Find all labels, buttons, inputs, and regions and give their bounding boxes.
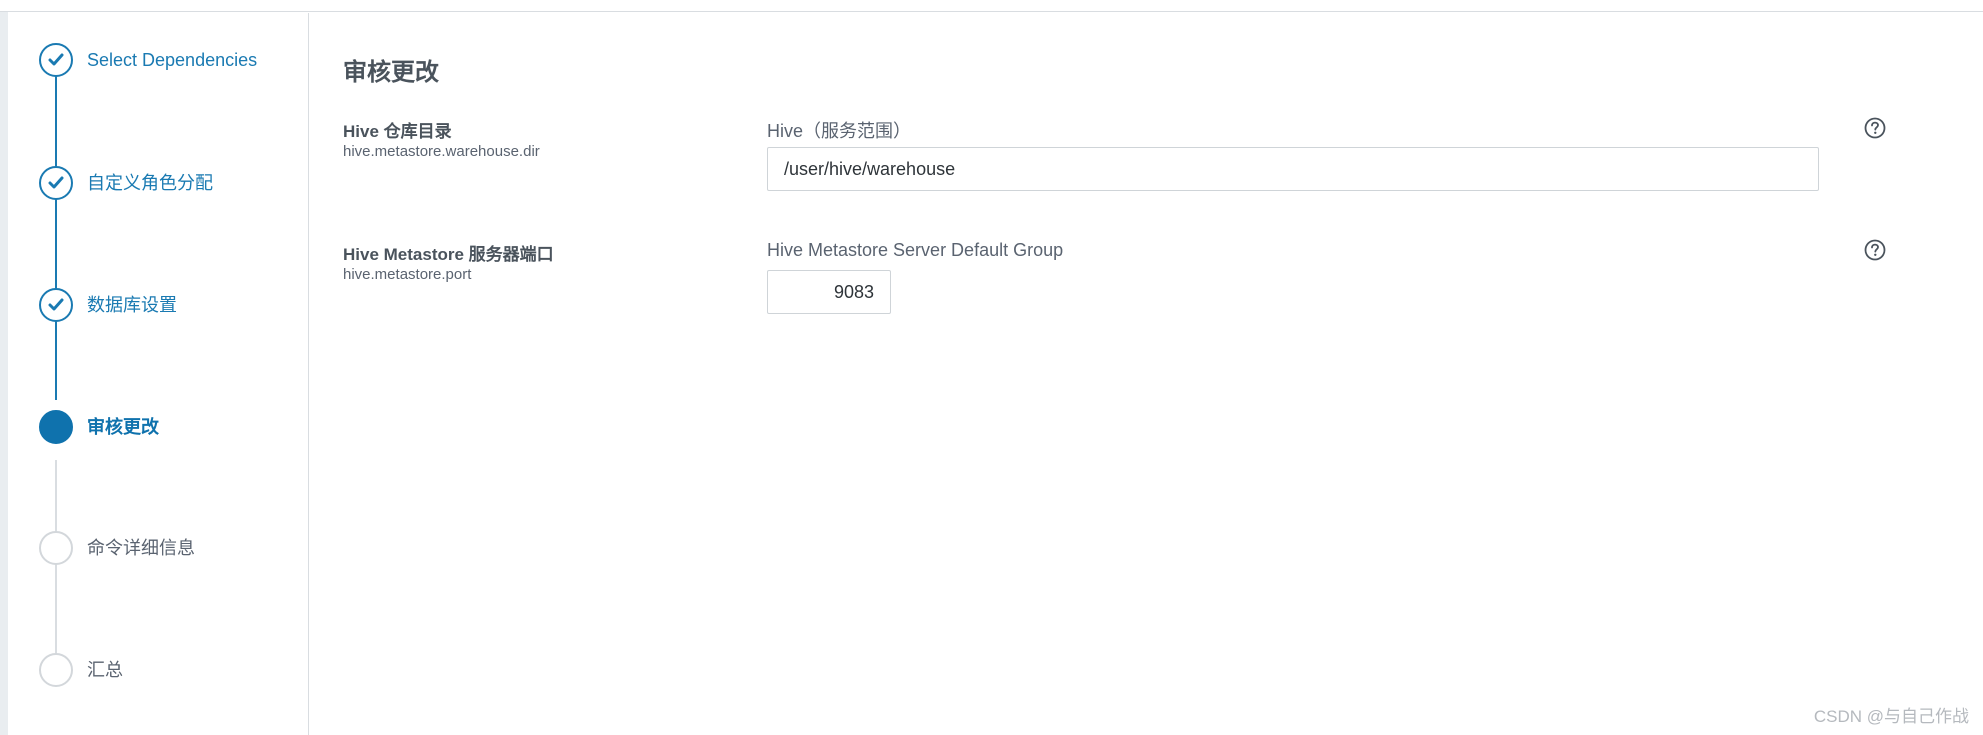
step-label: 汇总 [87,660,123,680]
property-scope: Hive Metastore Server Default Group [767,240,1064,260]
left-edge [0,12,8,735]
step-database-setup[interactable]: 数据库设置 [39,288,309,328]
property-key: hive.metastore.port [343,266,472,283]
wizard-steps-sidebar: Select Dependencies 自定义角色分配 数据库设置 审核更改 命… [8,13,309,735]
check-icon [39,166,73,200]
watermark: CSDN @与自己作战 [1813,707,1969,726]
property-key: hive.metastore.warehouse.dir [343,143,540,160]
step-label: Select Dependencies [87,50,258,70]
step-label: 自定义角色分配 [87,173,213,193]
step-summary: 汇总 [39,653,309,693]
page-title: 审核更改 [343,59,439,86]
step-label: 数据库设置 [87,295,177,315]
step-connector-done [55,70,57,400]
step-select-dependencies[interactable]: Select Dependencies [39,43,309,103]
property-name: Hive 仓库目录 [343,122,452,141]
step-label: 审核更改 [87,417,159,437]
step-review-changes: 审核更改 [39,410,309,450]
pending-step-circle-icon [39,653,73,687]
property-scope: Hive（服务范围） [767,121,912,141]
warehouse-dir-input[interactable] [767,147,1819,191]
step-label: 命令详细信息 [87,538,195,558]
question-circle-icon[interactable] [1864,117,1886,139]
question-circle-icon[interactable] [1864,239,1886,261]
metastore-port-input[interactable] [767,270,891,314]
property-name: Hive Metastore 服务器端口 [343,245,554,264]
check-icon [39,288,73,322]
step-custom-role-assignment[interactable]: 自定义角色分配 [39,166,309,206]
current-step-dot-icon [39,410,73,444]
review-changes-panel: 审核更改 Hive 仓库目录 hive.metastore.warehouse.… [343,0,1983,735]
check-icon [39,43,73,77]
step-command-details: 命令详细信息 [39,531,309,571]
pending-step-circle-icon [39,531,73,565]
